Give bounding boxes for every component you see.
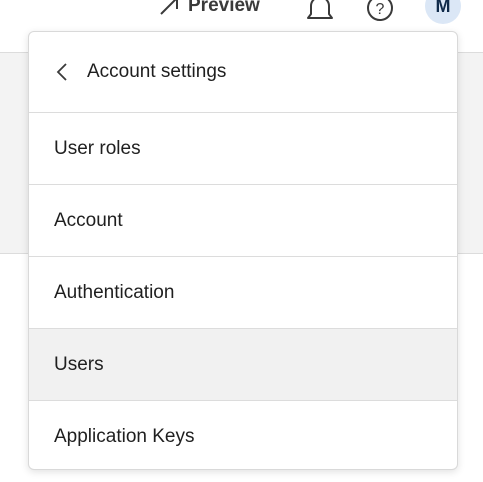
chevron-left-icon xyxy=(56,63,67,81)
menu-item-label: Application Keys xyxy=(54,426,195,447)
menu-item-account[interactable]: Account xyxy=(29,185,457,257)
svg-text:?: ? xyxy=(376,1,385,18)
menu-title: Account settings xyxy=(87,61,227,82)
menu-item-label: Account xyxy=(54,209,123,231)
bell-icon[interactable] xyxy=(306,0,334,24)
menu-item-users[interactable]: Users xyxy=(29,329,457,401)
arrow-up-right-icon xyxy=(160,0,178,15)
avatar[interactable]: M xyxy=(425,0,461,24)
menu-item-label: Authentication xyxy=(54,281,175,303)
menu-item-authentication[interactable]: Authentication xyxy=(29,257,457,329)
menu-item-label: Users xyxy=(54,353,104,375)
menu-item-label: User roles xyxy=(54,137,141,159)
menu-item-user-roles[interactable]: User roles xyxy=(29,113,457,185)
menu-item-application-keys[interactable]: Application Keys xyxy=(29,401,457,469)
help-icon[interactable]: ? xyxy=(366,0,394,24)
account-settings-menu: Account settings User roles Account Auth… xyxy=(28,31,458,470)
preview-button[interactable]: Preview xyxy=(158,0,260,20)
preview-label: Preview xyxy=(188,0,260,16)
menu-back-header[interactable]: Account settings xyxy=(29,32,457,113)
